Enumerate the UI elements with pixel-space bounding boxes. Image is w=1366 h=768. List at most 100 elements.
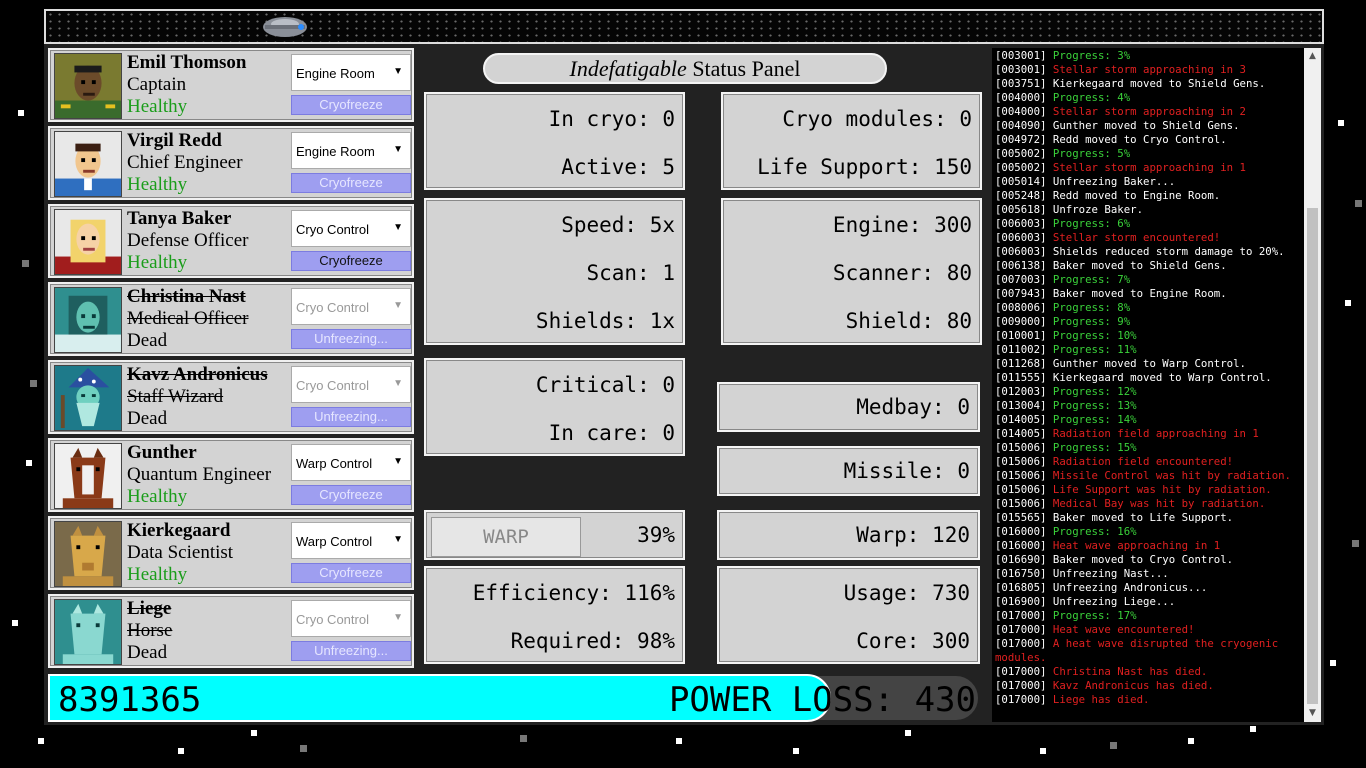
log-entry: [015006] Radiation field encountered! (995, 455, 1234, 468)
log-entry: [017000] Liege has died. (995, 693, 1150, 706)
log-entry: [016000] Progress: 16% (995, 525, 1137, 538)
log-entry: [004972] Redd moved to Cryo Control. (995, 133, 1227, 146)
missile-stat: Missile: 0 (843, 459, 970, 483)
crew-member: Tanya Baker Defense Officer Healthy Cryo Co… (48, 204, 414, 278)
crew-member: Virgil Redd Chief Engineer Healthy Engine R… (48, 126, 414, 200)
log-entry: [011268] Gunther moved to Warp Control. (995, 357, 1246, 370)
systems-box: Engine: 300 Scanner: 80 Shield: 80 (721, 198, 982, 345)
active-stat: Active: 5 (561, 155, 675, 179)
dropdown-arrow-icon: ▼ (393, 456, 403, 467)
warp-stat: Warp: 120 (856, 523, 970, 547)
cryofreeze-button[interactable]: Unfreezing... (291, 329, 411, 349)
crew-name: Liege (127, 598, 172, 619)
crew-name: Gunther (127, 442, 197, 463)
scroll-thumb[interactable] (1307, 208, 1318, 704)
warp-button[interactable]: WARP (431, 517, 581, 557)
ship-stats-box: Speed: 5x Scan: 1 Shields: 1x (424, 198, 685, 345)
cryofreeze-button[interactable]: Cryofreeze (291, 251, 411, 271)
crew-location-select[interactable]: Cryo Control ▼ (291, 600, 411, 637)
log-entry: [004000] Progress: 4% (995, 91, 1131, 104)
game-area: Emil Thomson Captain Healthy Engine Room ▼ Cr… (44, 44, 1324, 725)
cryofreeze-button[interactable]: Cryofreeze (291, 173, 411, 193)
cryo-modules-stat: Cryo modules: 0 (782, 107, 972, 131)
dropdown-arrow-icon: ▼ (393, 222, 403, 233)
log-entry: [015565] Baker moved to Life Support. (995, 511, 1234, 524)
crew-role: Quantum Engineer (127, 464, 272, 485)
log-entry: [006003] Shields reduced storm damage to… (995, 245, 1285, 258)
log-entry: [017000] Heat wave encountered! (995, 623, 1195, 636)
log-entry: [015006] Missile Control was hit by radi… (995, 469, 1291, 482)
log-entry: [016750] Unfreezing Nast... (995, 567, 1169, 580)
crew-location-select[interactable]: Warp Control ▼ (291, 444, 411, 481)
crew-name: Kavz Andronicus (127, 364, 268, 385)
crew-status: Dead (127, 330, 168, 351)
crew-location-select[interactable]: Engine Room ▼ (291, 132, 411, 169)
log-entry: [005248] Redd moved to Engine Room. (995, 189, 1221, 202)
log-entry: [015006] Life Support was hit by radiati… (995, 483, 1272, 496)
crew-member: Christina Nast Medical Officer Dead Cryo Co… (48, 282, 414, 356)
crew-portrait (54, 53, 122, 119)
crew-member: Gunther Quantum Engineer Healthy Warp Contr… (48, 438, 414, 512)
efficiency-stat: Efficiency: 116% (472, 581, 675, 605)
dropdown-arrow-icon: ▼ (393, 612, 403, 623)
dropdown-arrow-icon: ▼ (393, 534, 403, 545)
crew-member: Emil Thomson Captain Healthy Engine Room ▼ Cr… (48, 48, 414, 122)
crew-location-select[interactable]: Warp Control ▼ (291, 522, 411, 559)
scanner-stat: Scanner: 80 (832, 261, 972, 285)
cryofreeze-button[interactable]: Unfreezing... (291, 641, 411, 661)
log-entry: [017000] Christina Nast has died. (995, 665, 1208, 678)
speed-stat: Speed: 5x (561, 213, 675, 237)
log-entry: [003001] Stellar storm approaching in 3 (995, 63, 1246, 76)
log-entry: [003001] Progress: 3% (995, 49, 1131, 62)
warp-box: WARP 39% (424, 510, 685, 560)
crew-portrait (54, 599, 122, 665)
log-entry: [015006] Progress: 15% (995, 441, 1137, 454)
dropdown-arrow-icon: ▼ (393, 378, 403, 389)
medbay-stat: Medbay: 0 (856, 395, 970, 419)
crew-role: Medical Officer (127, 308, 249, 329)
log-entry: [005002] Stellar storm approaching in 1 (995, 161, 1246, 174)
cryofreeze-button[interactable]: Cryofreeze (291, 563, 411, 583)
log-entry: [005014] Unfreezing Baker... (995, 175, 1176, 188)
log-entry: [004000] Stellar storm approaching in 2 (995, 105, 1246, 118)
scroll-down-icon[interactable]: ▼ (1304, 705, 1321, 722)
crew-location-select[interactable]: Cryo Control ▼ (291, 210, 411, 247)
required-stat: Required: 98% (510, 629, 675, 653)
log-scrollbar[interactable]: ▲ ▼ (1304, 48, 1321, 722)
log-entry: [008006] Progress: 8% (995, 301, 1131, 314)
cryofreeze-button[interactable]: Unfreezing... (291, 407, 411, 427)
crew-portrait (54, 287, 122, 353)
crew-location-select[interactable]: Cryo Control ▼ (291, 288, 411, 325)
shields-stat: Shields: 1x (535, 309, 675, 333)
log-entry: [005002] Progress: 5% (995, 147, 1131, 160)
log-entry: [017000] A heat wave disrupted the cryog… (995, 637, 1279, 664)
crew-status: Healthy (127, 96, 188, 117)
crew-name: Christina Nast (127, 286, 246, 307)
log-entry: [011555] Kierkegaard moved to Warp Contr… (995, 371, 1272, 384)
log-entry: [010001] Progress: 10% (995, 329, 1137, 342)
crew-location-select[interactable]: Cryo Control ▼ (291, 366, 411, 403)
crew-name: Emil Thomson (127, 52, 247, 73)
log-entry: [007003] Progress: 7% (995, 273, 1131, 286)
log-entry: [011002] Progress: 11% (995, 343, 1137, 356)
critical-stat: Critical: 0 (535, 373, 675, 397)
log-entry: [007943] Baker moved to Engine Room. (995, 287, 1227, 300)
crew-portrait (54, 365, 122, 431)
log-entry: [006138] Baker moved to Shield Gens. (995, 259, 1227, 272)
spaceship-icon (261, 14, 309, 40)
warp-percent: 39% (637, 523, 675, 547)
crew-member: Kavz Andronicus Staff Wizard Dead Cryo Cont… (48, 360, 414, 434)
crew-name: Tanya Baker (127, 208, 232, 229)
scroll-up-icon[interactable]: ▲ (1304, 48, 1321, 65)
log-entry: [012003] Progress: 12% (995, 385, 1137, 398)
cryofreeze-button[interactable]: Cryofreeze (291, 95, 411, 115)
cryofreeze-button[interactable]: Cryofreeze (291, 485, 411, 505)
crew-location-select[interactable]: Engine Room ▼ (291, 54, 411, 91)
event-log[interactable]: [003001] Progress: 3% [003001] Stellar st… (992, 48, 1306, 722)
medbay-box: Medbay: 0 (717, 382, 980, 432)
log-entry: [014005] Radiation field approaching in … (995, 427, 1259, 440)
medical-box: Critical: 0 In care: 0 (424, 358, 685, 456)
log-entry: [017000] Kavz Andronicus has died. (995, 679, 1214, 692)
log-entry: [003751] Kierkegaard moved to Shield Gen… (995, 77, 1266, 90)
core-stat: Core: 300 (856, 629, 970, 653)
